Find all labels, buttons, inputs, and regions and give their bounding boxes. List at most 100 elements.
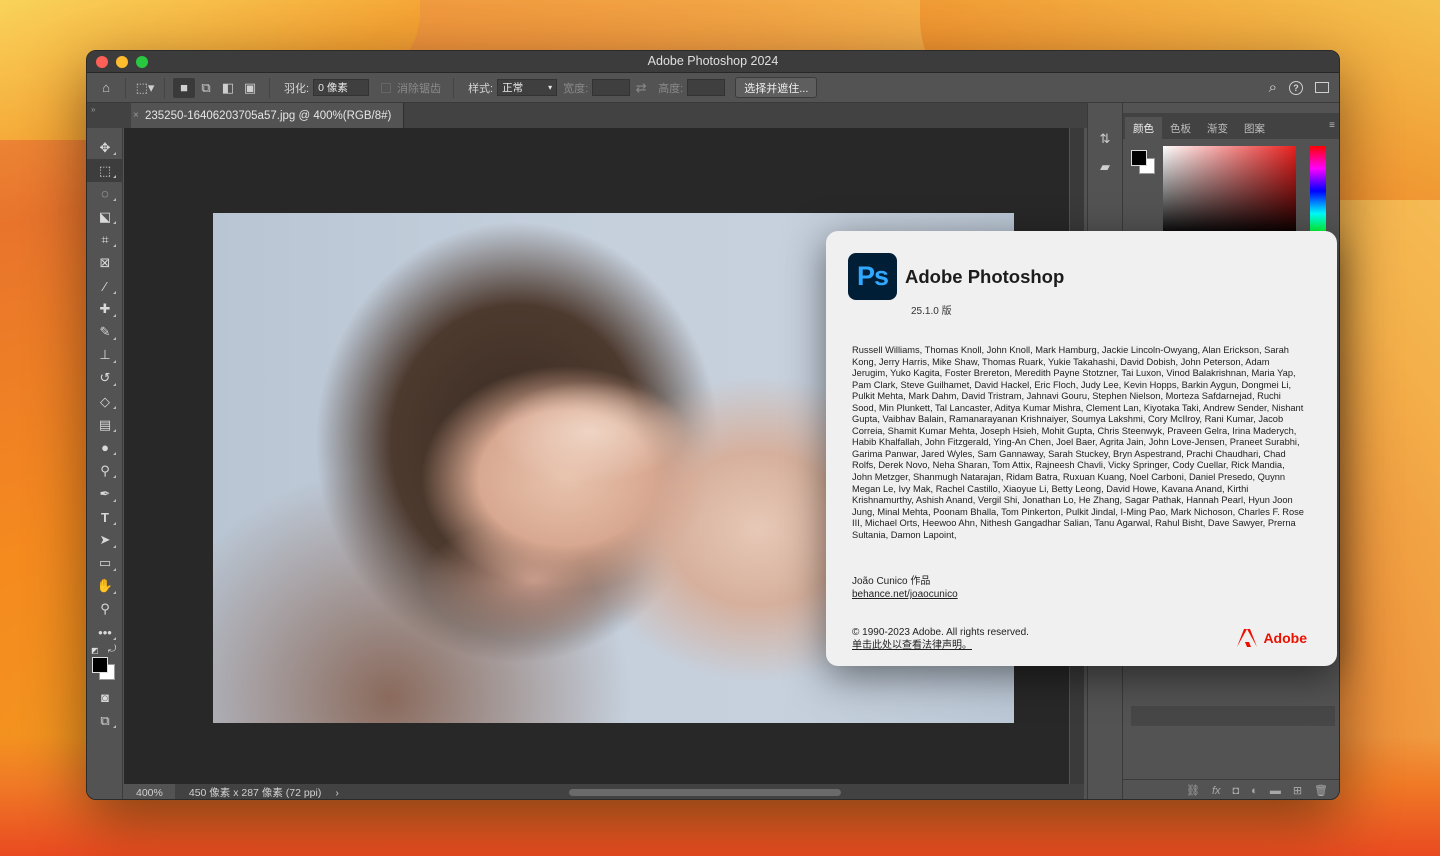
move-tool-icon[interactable]: ✥	[87, 136, 123, 159]
artwork-link[interactable]: behance.net/joaocunico	[852, 588, 958, 601]
blur-tool-icon[interactable]: ●	[87, 436, 123, 459]
adobe-wordmark: Adobe	[1263, 630, 1307, 646]
subtract-selection-icon[interactable]: ◧	[217, 78, 239, 98]
add-selection-icon[interactable]: ⧉	[195, 78, 217, 98]
default-colors-icon[interactable]: ◩	[91, 646, 99, 655]
zoom-tool-icon[interactable]: ⚲	[87, 598, 123, 621]
delete-layer-icon[interactable]: 🗑	[1314, 784, 1328, 797]
swap-colors-icon[interactable]: ⤾	[108, 644, 116, 655]
workspace-icon[interactable]	[1315, 82, 1329, 93]
artwork-author: João Cunico 作品	[852, 576, 931, 587]
window-title: Adobe Photoshop 2024	[647, 54, 779, 68]
antialias-checkbox[interactable]	[381, 82, 392, 93]
rectangular-marquee-tool-icon[interactable]: ⬚	[87, 159, 123, 183]
width-label: 宽度:	[563, 82, 589, 95]
adobe-brand: Adobe	[1237, 629, 1307, 647]
copyright-block: © 1990-2023 Adobe. All rights reserved. …	[852, 626, 1029, 652]
hue-slider[interactable]	[1310, 146, 1326, 236]
eyedropper-tool-icon[interactable]: ⁄	[87, 275, 123, 298]
tools-panel: ✥ ⬚ ◌ ⬕ ⌗ ⊠ ⁄ ✚ ✎ ⊥ ↺ ◇ ▤ ● ⚲ ✒ T ➤ ▭ ✋ …	[87, 128, 123, 799]
collapse-toolbar-icon[interactable]: »	[91, 105, 95, 114]
help-icon[interactable]: ?	[1289, 80, 1303, 95]
select-and-mask-button[interactable]: 选择并遮住...	[735, 77, 818, 98]
adobe-logo-icon	[1237, 629, 1258, 647]
layers-panel-footer: ⛓ fx ◘ ◐ ▬ ⊞ 🗑	[1123, 779, 1339, 799]
horizontal-scrollbar[interactable]	[569, 789, 841, 796]
color-swatches: ◩ ⤾	[87, 644, 122, 686]
screen-mode-icon[interactable]: ⧉	[87, 709, 123, 732]
path-selection-tool-icon[interactable]: ➤	[87, 529, 123, 552]
color-picker-field[interactable]	[1163, 146, 1296, 236]
copyright-text: © 1990-2023 Adobe. All rights reserved.	[852, 627, 1029, 638]
new-group-icon[interactable]: ▬	[1270, 785, 1281, 797]
comments-panel-icon[interactable]: ▰	[1088, 153, 1122, 181]
hand-tool-icon[interactable]: ✋	[87, 575, 123, 598]
style-label: 样式:	[468, 82, 494, 95]
gradient-tool-icon[interactable]: ▤	[87, 413, 123, 436]
frame-tool-icon[interactable]: ⊠	[87, 251, 123, 274]
swap-dimensions-icon[interactable]: ⇄	[630, 78, 652, 98]
chevron-down-icon: ▾	[548, 83, 553, 92]
about-credits: Russell Williams, Thomas Knoll, John Kno…	[852, 345, 1304, 540]
document-dimensions: 450 像素 x 287 像素 (72 ppi)	[188, 787, 322, 799]
brush-tool-icon[interactable]: ✎	[87, 321, 123, 344]
search-icon[interactable]: ⌕	[1269, 79, 1277, 96]
quick-mask-icon[interactable]: ◙	[87, 686, 123, 709]
intersect-selection-icon[interactable]: ▣	[239, 78, 261, 98]
fx-icon[interactable]: fx	[1212, 785, 1221, 797]
options-bar-right: ⌕ ?	[1269, 79, 1339, 96]
document-tab-title: 235250-16406203705a57.jpg @ 400%(RGB/8#)	[145, 109, 392, 122]
title-bar: Adobe Photoshop 2024	[87, 51, 1339, 73]
healing-brush-tool-icon[interactable]: ✚	[87, 298, 123, 321]
home-icon[interactable]: ⌂	[95, 78, 117, 98]
layer-row[interactable]	[1131, 706, 1335, 726]
marquee-preset-icon[interactable]: ⬚▾	[134, 78, 156, 98]
new-selection-icon[interactable]: ■	[173, 77, 195, 98]
feather-input[interactable]: 0 像素	[313, 79, 370, 96]
new-layer-icon[interactable]: ⊞	[1293, 784, 1302, 797]
panel-menu-icon[interactable]: ≡	[1329, 120, 1335, 131]
crop-tool-icon[interactable]: ⌗	[87, 228, 123, 251]
tab-gradients[interactable]: 渐变	[1199, 117, 1236, 139]
history-brush-tool-icon[interactable]: ↺	[87, 367, 123, 390]
about-app-name: Adobe Photoshop	[905, 266, 1065, 287]
photoshop-logo: Ps	[848, 253, 897, 300]
options-bar: ⌂ ⬚▾ ■ ⧉ ◧ ▣ 羽化: 0 像素 消除锯齿 样式: 正常 ▾ 宽度: …	[87, 73, 1339, 103]
link-layers-icon[interactable]: ⛓	[1186, 784, 1200, 797]
artwork-credit: João Cunico 作品 behance.net/joaocunico	[852, 575, 958, 601]
chevron-right-icon[interactable]: ›	[335, 787, 339, 799]
foreground-color-swatch[interactable]	[92, 657, 108, 674]
add-mask-icon[interactable]: ◘	[1233, 785, 1240, 797]
adjustment-layer-icon[interactable]: ◐	[1251, 785, 1258, 797]
about-dialog[interactable]: Ps Adobe Photoshop 25.1.0 版 Russell Will…	[826, 231, 1337, 666]
feather-label: 羽化:	[284, 82, 310, 95]
tab-swatches[interactable]: 色板	[1162, 117, 1199, 139]
pen-tool-icon[interactable]: ✒	[87, 482, 123, 505]
tab-patterns[interactable]: 图案	[1236, 117, 1273, 139]
status-bar: 400% 450 像素 x 287 像素 (72 ppi) ›	[124, 784, 1084, 799]
antialias-label: 消除锯齿	[397, 82, 442, 95]
style-select-value: 正常	[502, 82, 524, 94]
width-input[interactable]	[592, 79, 631, 96]
style-select[interactable]: 正常 ▾	[497, 79, 558, 96]
lasso-tool-icon[interactable]: ◌	[87, 182, 123, 205]
tab-color[interactable]: 颜色	[1125, 117, 1162, 139]
eraser-tool-icon[interactable]: ◇	[87, 390, 123, 413]
object-selection-tool-icon[interactable]: ⬕	[87, 205, 123, 228]
panel-foreground-swatch[interactable]	[1131, 150, 1147, 166]
legal-notice-link[interactable]: 单击此处以查看法律声明。	[852, 639, 1029, 652]
zoom-level[interactable]: 400%	[124, 784, 175, 799]
clone-stamp-tool-icon[interactable]: ⊥	[87, 344, 123, 367]
about-version: 25.1.0 版	[911, 306, 952, 317]
rectangle-tool-icon[interactable]: ▭	[87, 552, 123, 575]
dodge-tool-icon[interactable]: ⚲	[87, 459, 123, 482]
more-tools-icon[interactable]: •••	[87, 621, 123, 644]
type-tool-icon[interactable]: T	[87, 506, 123, 529]
panel-tabs: 颜色 色板 渐变 图案	[1123, 113, 1339, 139]
height-label: 高度:	[658, 82, 684, 95]
document-tab[interactable]: × 235250-16406203705a57.jpg @ 400%(RGB/8…	[131, 103, 405, 128]
properties-panel-icon[interactable]: ⇅	[1088, 125, 1122, 153]
document-tab-strip: » × 235250-16406203705a57.jpg @ 400%(RGB…	[87, 103, 1117, 128]
height-input[interactable]	[687, 79, 726, 96]
close-tab-icon[interactable]: ×	[133, 110, 139, 121]
